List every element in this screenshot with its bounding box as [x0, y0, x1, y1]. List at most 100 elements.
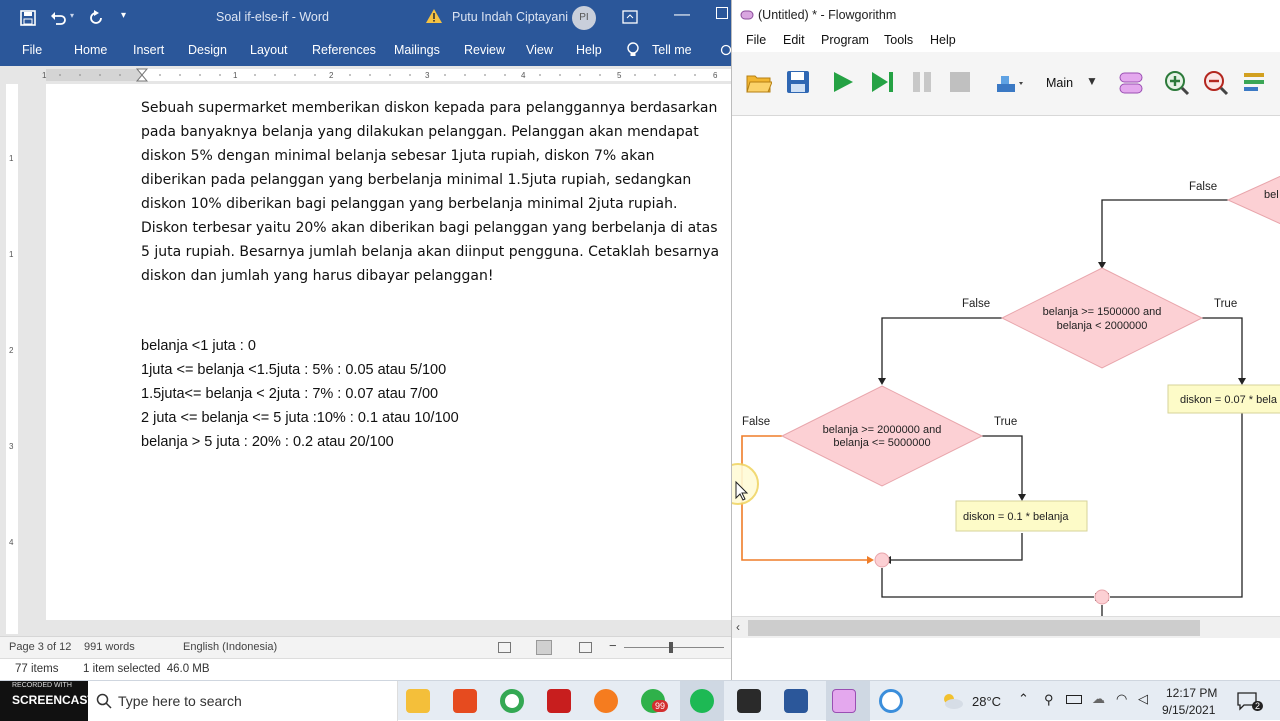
- horizontal-scrollbar[interactable]: ‹: [732, 616, 1280, 638]
- menu-file[interactable]: File: [746, 33, 766, 47]
- d1-true-label: True: [1214, 298, 1237, 310]
- tab-file[interactable]: File: [22, 43, 42, 57]
- menu-tools[interactable]: Tools: [884, 33, 913, 47]
- spotify-icon[interactable]: [690, 689, 714, 713]
- wifi-icon[interactable]: ◠: [1116, 691, 1127, 707]
- minimize-icon[interactable]: —: [674, 6, 690, 24]
- tab-view[interactable]: View: [526, 43, 553, 57]
- search-placeholder: Type here to search: [118, 693, 242, 709]
- search-box[interactable]: Type here to search: [88, 681, 398, 721]
- ribbon-display-icon[interactable]: [622, 10, 638, 24]
- maximize-icon[interactable]: [716, 7, 728, 19]
- decision-1500000: belanja >= 1500000 and belanja < 2000000: [1000, 267, 1204, 369]
- svg-text:2: 2: [9, 346, 14, 355]
- acrobat-icon[interactable]: [547, 689, 571, 713]
- zoom-in-icon[interactable]: [1164, 70, 1190, 96]
- warning-icon[interactable]: [425, 8, 443, 24]
- problem-paragraph[interactable]: Sebuah supermarket memberikan diskon kep…: [141, 96, 719, 288]
- explorer-selection: 1 item selected 46.0 MB: [83, 663, 210, 675]
- battery-icon[interactable]: [1066, 695, 1082, 704]
- scroll-left-icon[interactable]: ‹: [736, 620, 740, 634]
- function-dropdown-icon[interactable]: ▼: [1086, 74, 1098, 88]
- flowchart-canvas[interactable]: bel False belanja >= 1500000 and belanja…: [732, 116, 1280, 616]
- weather-icon[interactable]: [940, 691, 964, 711]
- cloud-icon[interactable]: ☁: [1092, 691, 1105, 707]
- print-layout-icon[interactable]: [536, 640, 552, 655]
- office-icon[interactable]: [453, 689, 477, 713]
- tab-mailings[interactable]: Mailings: [394, 43, 440, 57]
- step-icon[interactable]: [870, 70, 896, 94]
- svg-text:belanja >= 2000000 and: belanja >= 2000000 and: [823, 424, 942, 436]
- redo-icon[interactable]: [88, 10, 104, 26]
- undo-icon[interactable]: [50, 10, 66, 26]
- discount-rules[interactable]: belanja <1 juta : 0 1juta <= belanja <1.…: [141, 334, 459, 454]
- menu-help[interactable]: Help: [930, 33, 956, 47]
- zoom-slider[interactable]: [624, 647, 724, 648]
- tab-references[interactable]: References: [312, 43, 376, 57]
- tab-layout[interactable]: Layout: [250, 43, 288, 57]
- save-icon[interactable]: [20, 10, 36, 26]
- run-icon[interactable]: [831, 70, 855, 94]
- word-icon[interactable]: [784, 689, 808, 713]
- document-page[interactable]: Sebuah supermarket memberikan diskon kep…: [46, 84, 731, 620]
- svg-text:1: 1: [9, 250, 14, 259]
- screencast-icon[interactable]: [879, 689, 903, 713]
- top-false-label: False: [1189, 181, 1217, 193]
- search-icon[interactable]: [720, 44, 731, 58]
- firefox-icon[interactable]: [594, 689, 618, 713]
- customize-qat-icon[interactable]: ▾: [121, 10, 126, 21]
- tab-design[interactable]: Design: [188, 43, 227, 57]
- variable-watch-icon[interactable]: [1242, 70, 1268, 96]
- tell-me-search[interactable]: Tell me: [652, 43, 692, 57]
- svg-text:belanja >= 1500000 and: belanja >= 1500000 and: [1043, 306, 1162, 318]
- menu-edit[interactable]: Edit: [783, 33, 805, 47]
- tray-chevron-icon[interactable]: ⌃: [1018, 691, 1029, 707]
- paragraph-line: diberikan pada pelanggan yang berbelanja…: [141, 172, 692, 188]
- pause-icon[interactable]: [910, 70, 934, 94]
- web-layout-icon[interactable]: [579, 642, 592, 653]
- save-icon[interactable]: [786, 70, 810, 94]
- word-count[interactable]: 991 words: [84, 641, 135, 653]
- usb-icon[interactable]: ⚲: [1044, 692, 1054, 708]
- function-select[interactable]: Main: [1046, 76, 1073, 90]
- horizontal-ruler[interactable]: 1 1 2 3 4 5 6: [0, 66, 731, 84]
- sticky-app-icon[interactable]: [737, 689, 761, 713]
- volume-icon[interactable]: ◁: [1138, 691, 1148, 707]
- tab-home[interactable]: Home: [74, 43, 107, 57]
- account-name[interactable]: Putu Indah Ciptayani: [452, 10, 568, 24]
- tab-help[interactable]: Help: [576, 43, 602, 57]
- temperature[interactable]: 28°C: [972, 694, 1001, 709]
- chrome-icon[interactable]: [500, 689, 524, 713]
- layout-windows-icon[interactable]: [994, 72, 1024, 94]
- zoom-out-icon[interactable]: [1203, 70, 1229, 96]
- paragraph-line: pada banyaknya belanja yang dilakukan pe…: [141, 124, 699, 140]
- merge-point-inner: [874, 552, 890, 568]
- language-indicator[interactable]: English (Indonesia): [183, 641, 277, 653]
- search-icon: [96, 693, 112, 709]
- lightbulb-icon[interactable]: [626, 42, 640, 60]
- tab-review[interactable]: Review: [464, 43, 505, 57]
- manage-functions-icon[interactable]: [1118, 70, 1144, 96]
- page-count[interactable]: Page 3 of 12: [9, 641, 71, 653]
- recorded-with-label: RECORDED WITH: [12, 682, 72, 689]
- clock-time[interactable]: 12:17 PM: [1166, 686, 1217, 700]
- stop-icon[interactable]: [948, 70, 972, 94]
- vertical-ruler[interactable]: 1 1 2 3 4: [0, 84, 22, 634]
- scrollbar-thumb[interactable]: [748, 620, 1200, 636]
- clock-date[interactable]: 9/15/2021: [1162, 703, 1215, 717]
- read-mode-icon[interactable]: [498, 642, 511, 653]
- svg-text:1: 1: [233, 71, 238, 80]
- flowgorithm-icon[interactable]: [832, 689, 856, 713]
- file-explorer-icon[interactable]: [406, 689, 430, 713]
- paragraph-line: Diskon terbesar yaitu 20% akan diberikan…: [141, 220, 718, 236]
- avatar[interactable]: PI: [572, 6, 596, 30]
- svg-text:belanja < 2000000: belanja < 2000000: [1057, 320, 1148, 332]
- zoom-slider-thumb[interactable]: [669, 642, 673, 653]
- open-folder-icon[interactable]: [746, 70, 772, 94]
- undo-dropdown-icon[interactable]: ▾: [70, 11, 74, 20]
- zoom-out-icon[interactable]: −: [609, 638, 617, 653]
- tab-insert[interactable]: Insert: [133, 43, 164, 57]
- start-button[interactable]: RECORDED WITH SCREENCAST: [0, 681, 95, 721]
- menu-program[interactable]: Program: [821, 33, 869, 47]
- screencast-label: SCREENCAST: [12, 693, 95, 707]
